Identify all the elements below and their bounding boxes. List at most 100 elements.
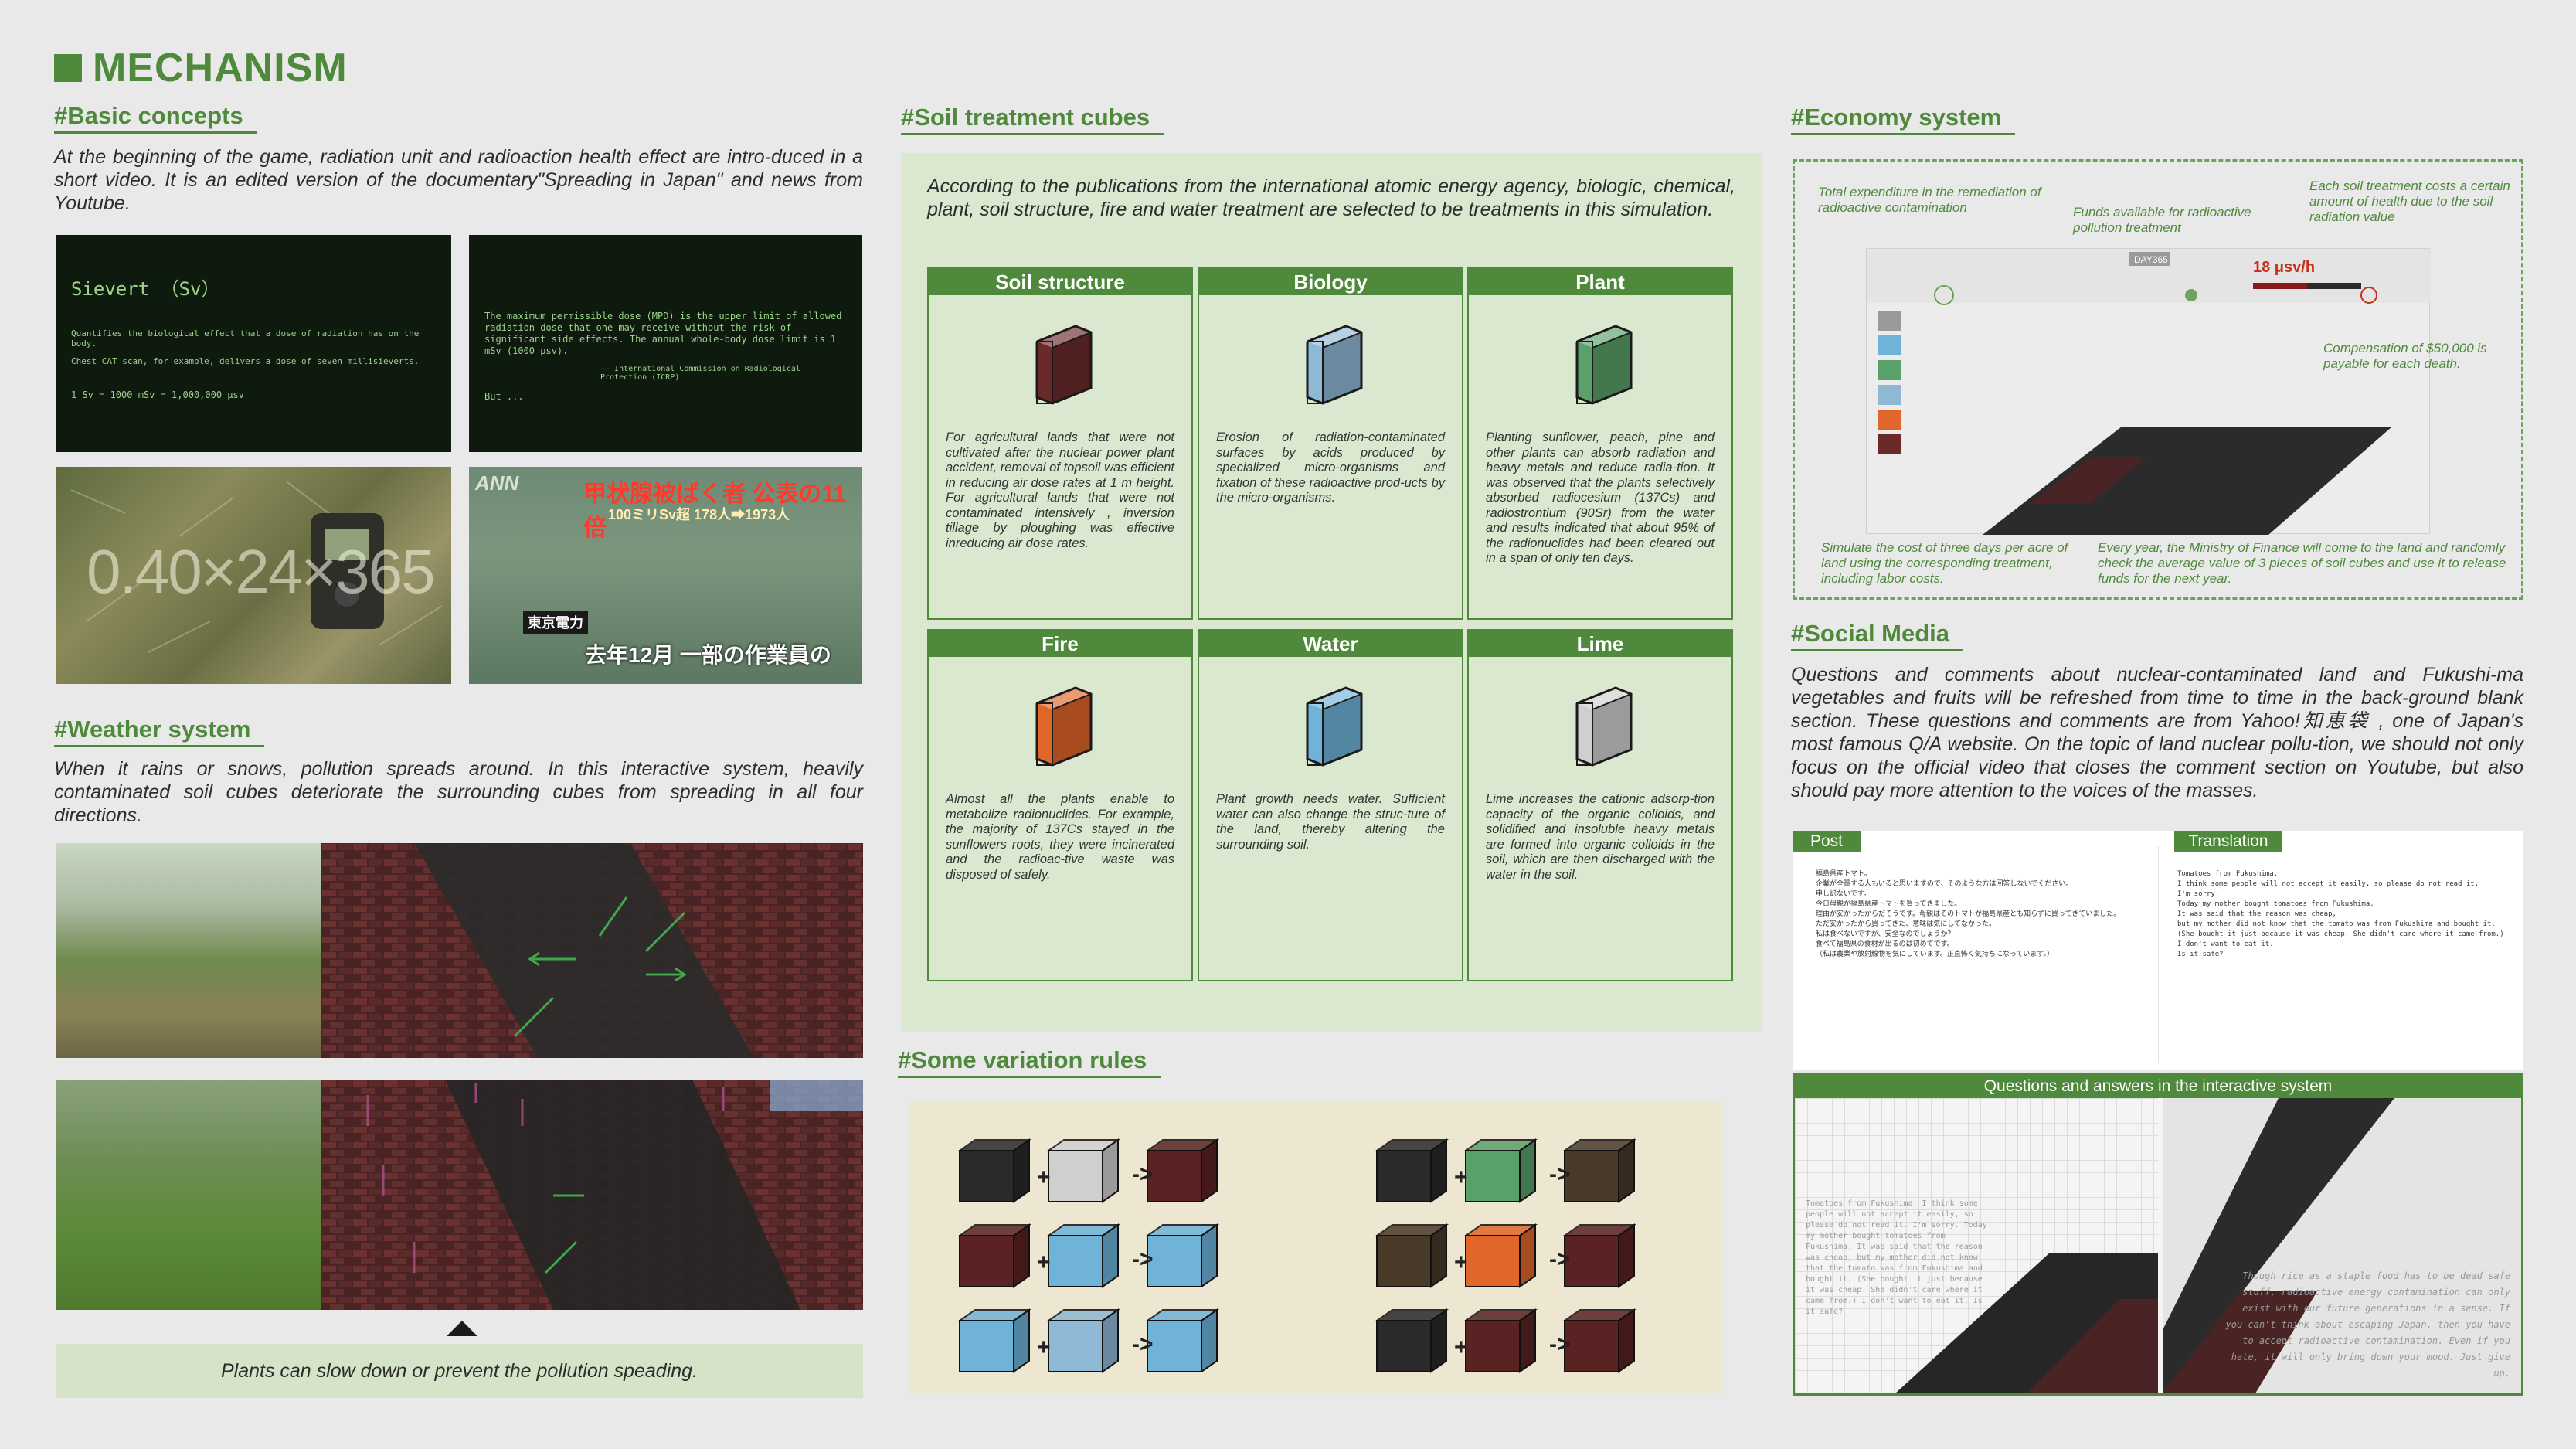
weather-paragraph: When it rains or snows, pollution spread… (54, 758, 863, 826)
rule-cube (1562, 1138, 1637, 1203)
rule-cube (1562, 1308, 1637, 1373)
translation-text: Tomatoes from Fukushima. I think some pe… (2177, 870, 2504, 958)
post-label: Post (1793, 831, 1861, 852)
rule-cube (1144, 1138, 1220, 1203)
economy-ann-ministry: Every year, the Ministry of Finance will… (2098, 540, 2506, 586)
basic-paragraph: At the beginning of the game, radiation … (54, 146, 863, 214)
rain-simulation (321, 843, 863, 1058)
economy-ann-expenditure: Total expenditure in the remediation of … (1818, 185, 2041, 215)
soil-intro: According to the publications from the i… (927, 175, 1735, 220)
rule-plus: + (1037, 1250, 1051, 1275)
rule-cube (1045, 1308, 1121, 1373)
sievert-panel: Sievert （Sv） Quantifies the biological e… (56, 235, 451, 452)
post-screenshot: Post Translation 福島県産トマト。 企業が全量する人もいると思い… (1793, 831, 2523, 1070)
rule-arrow: -> (1549, 1332, 1571, 1357)
rule-cube (1045, 1138, 1121, 1203)
economy-panel: Total expenditure in the remediation of … (1793, 159, 2523, 600)
weather-caption: Plants can slow down or prevent the poll… (56, 1344, 863, 1398)
grass-field-photo (56, 1080, 321, 1310)
rule-cube (1463, 1138, 1538, 1203)
photo-overlay-text: 0.40×24×365 (87, 537, 436, 606)
soil-card-text: Erosion of radiation-contaminated surfac… (1216, 430, 1445, 505)
soil-card-text: Plant growth needs water. Sufficient wat… (1216, 792, 1445, 852)
soil-cube-icon (1575, 686, 1633, 767)
sievert-line3: 1 Sv = 1000 mSv = 1,000,000 μsv (71, 389, 244, 400)
variation-rules-graphic: + -> + -> + -> + -> + -> + -> (957, 1138, 1637, 1373)
variation-title: #Some variation rules (898, 1046, 1161, 1078)
soil-card-text: Planting sunflower, peach, pine and othe… (1486, 430, 1715, 565)
qa-right-text: Though rice as a staple food has to be d… (2225, 1270, 2510, 1379)
rule-arrow: -> (1549, 1247, 1571, 1272)
rule-cube (1045, 1223, 1121, 1288)
rule-cube (1374, 1138, 1449, 1203)
soil-card-text: For agricultural lands that were not cul… (946, 430, 1174, 550)
weather-title: #Weather system (54, 716, 265, 747)
soil-card-title: Plant (1469, 269, 1731, 295)
rule-arrow: -> (1549, 1162, 1571, 1187)
title-square-icon (54, 54, 82, 82)
plant-grid (321, 1080, 863, 1310)
soil-cube-icon (1306, 686, 1363, 767)
economy-title: #Economy system (1791, 104, 2016, 135)
rule-cube (957, 1223, 1032, 1288)
rule-cube (1144, 1308, 1220, 1373)
economy-section-header: #Economy system (1791, 104, 2016, 135)
soil-card-title: Soil structure (929, 269, 1191, 295)
qa-right-scene: Though rice as a staple food has to be d… (2163, 1098, 2521, 1393)
soil-card: Water Plant growth needs water. Sufficien… (1198, 629, 1463, 981)
rule-plus: + (1037, 1165, 1051, 1190)
rain-grid (321, 843, 863, 1058)
rain-field-photo (56, 843, 321, 1058)
qa-left-scene: Tomatoes from Fukushima. I think some pe… (1795, 1098, 2158, 1393)
soil-card: Soil structure For agricultural lands tha… (927, 267, 1193, 620)
caret-up-icon (447, 1321, 477, 1336)
weather-section-header: #Weather system (54, 716, 265, 747)
rule-plus: + (1454, 1165, 1468, 1190)
basic-title: #Basic concepts (54, 102, 257, 134)
soil-card: Lime Lime increases the cationic adsorp-t… (1467, 629, 1733, 981)
qa-label: Questions and answers in the interactive… (1795, 1075, 2521, 1098)
rule-plus: + (1454, 1250, 1468, 1275)
mpd-source: —— International Commission on Radiologi… (600, 365, 800, 382)
rule-plus: + (1454, 1335, 1468, 1360)
variation-section-header: #Some variation rules (898, 1046, 1161, 1078)
rule-cube (1374, 1308, 1449, 1373)
soil-card-title: Biology (1199, 269, 1462, 295)
plant-simulation (321, 1080, 863, 1310)
mpd-but: But ... (484, 391, 524, 402)
news-caption: 去年12月 一部の作業員の (585, 643, 831, 667)
soil-card-title: Fire (929, 631, 1191, 657)
dosimeter-photo: 0.40×24×365 (56, 467, 451, 684)
svg-text:DAY365: DAY365 (2134, 254, 2168, 265)
rule-cube (1463, 1308, 1538, 1373)
rule-cube (957, 1138, 1032, 1203)
economy-ann-funds: Funds available for radioactive pollutio… (2073, 205, 2251, 235)
soil-card-title: Water (1199, 631, 1462, 657)
soil-card-title: Lime (1469, 631, 1731, 657)
qa-panel: Questions and answers in the interactive… (1793, 1073, 2523, 1396)
soil-card: Plant Planting sunflower, peach, pine and… (1467, 267, 1733, 620)
rule-arrow: -> (1132, 1162, 1154, 1187)
soil-card-text: Almost all the plants enable to metaboli… (946, 792, 1174, 882)
page-title: MECHANISM (54, 45, 348, 91)
rule-plus: + (1037, 1335, 1051, 1360)
rule-cube (1144, 1223, 1220, 1288)
mpd-panel: The maximum permissible dose (MPD) is th… (469, 235, 862, 452)
economy-ann-compensation: Compensation of $50,000 is payable for e… (2323, 341, 2487, 371)
news-subline: 100ミリSv超 178人➡1973人 (608, 507, 790, 522)
rule-cube (1374, 1223, 1449, 1288)
translation-label: Translation (2174, 831, 2282, 852)
basic-section-header: #Basic concepts (54, 102, 257, 134)
soil-cube-icon (1575, 325, 1633, 405)
soil-card-text: Lime increases the cationic adsorp-tion … (1486, 792, 1715, 882)
post-divider (2158, 846, 2159, 1063)
soil-card: Biology Erosion of radiation-contaminated… (1198, 267, 1463, 620)
rule-cube (1562, 1223, 1637, 1288)
sievert-heading: Sievert （Sv） (71, 278, 220, 300)
social-title: #Social Media (1791, 620, 1964, 651)
news-logo: ANN (475, 471, 519, 495)
soil-cube-icon (1306, 325, 1363, 405)
rule-cube (1463, 1223, 1538, 1288)
economy-ann-cost: Each soil treatment costs a certain amou… (2309, 179, 2510, 224)
soil-title: #Soil treatment cubes (901, 104, 1164, 135)
